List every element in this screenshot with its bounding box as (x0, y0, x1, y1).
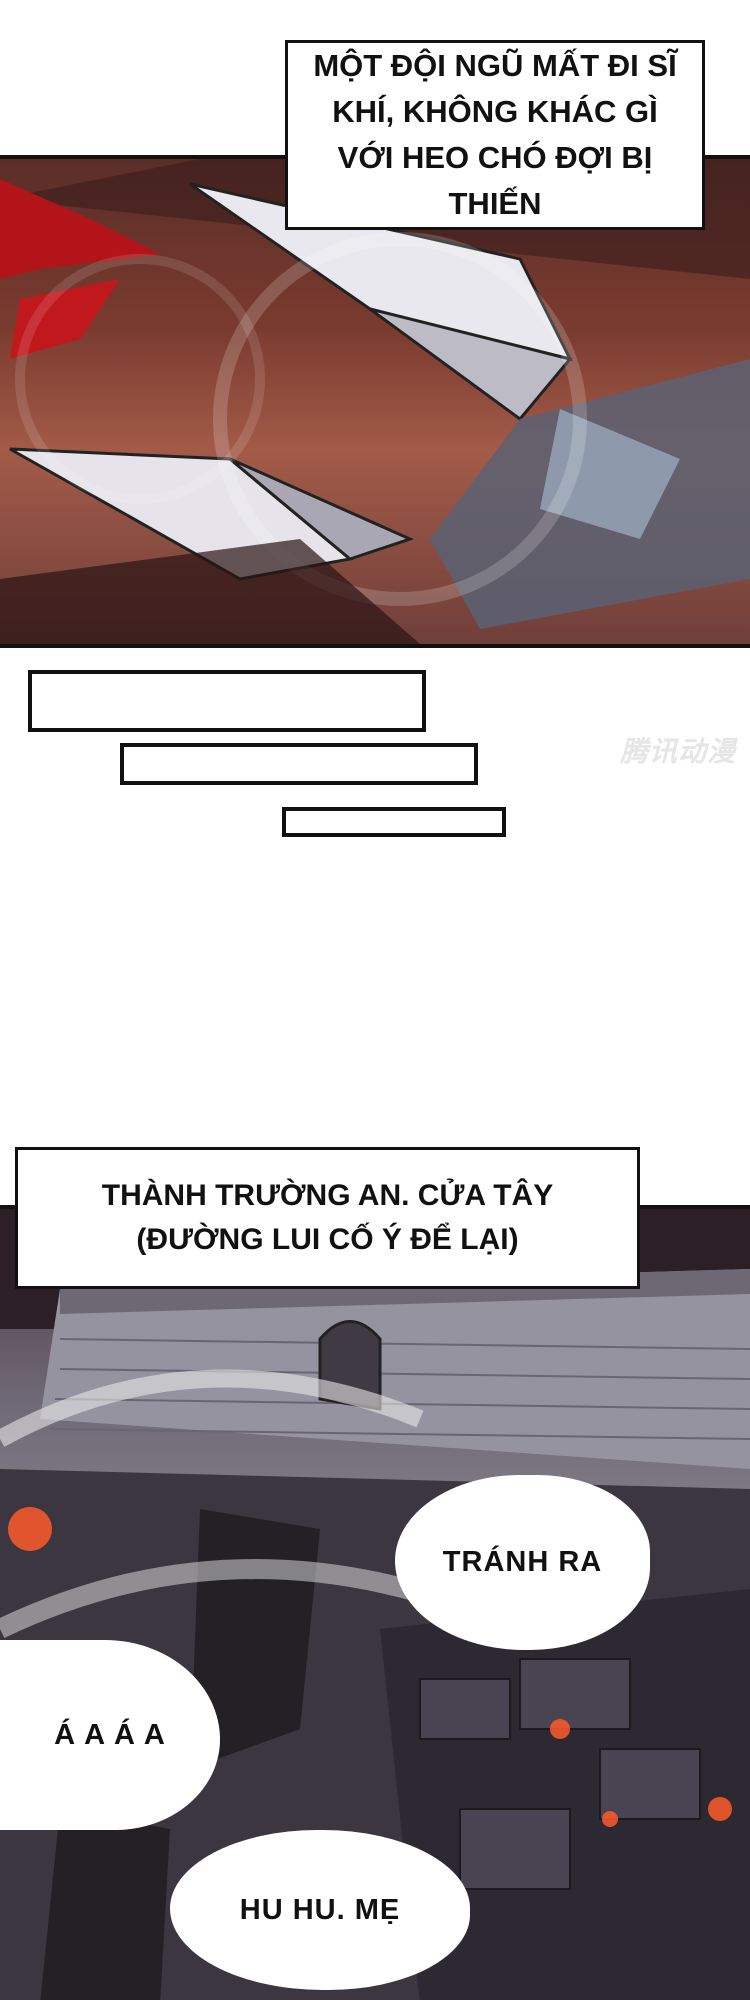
watermark: 腾讯动漫 (620, 735, 737, 768)
blades-illustration (0, 159, 750, 644)
speech-bubble-hu-hu: HU HU. MẸ (170, 1830, 470, 1990)
blank-text-box (28, 670, 426, 732)
caption-location: THÀNH TRƯỜNG AN. CỬA TÂY (ĐƯỜNG LUI CỐ Ý… (15, 1147, 640, 1289)
blank-text-box (120, 743, 478, 785)
blank-text-box (282, 807, 506, 837)
caption-top: MỘT ĐỘI NGŨ MẤT ĐI SĨ KHÍ, KHÔNG KHÁC GÌ… (285, 40, 705, 230)
speech-bubble-tranh-ra: TRÁNH RA (395, 1475, 650, 1650)
comic-page: MỘT ĐỘI NGŨ MẤT ĐI SĨ KHÍ, KHÔNG KHÁC GÌ… (0, 0, 750, 2000)
